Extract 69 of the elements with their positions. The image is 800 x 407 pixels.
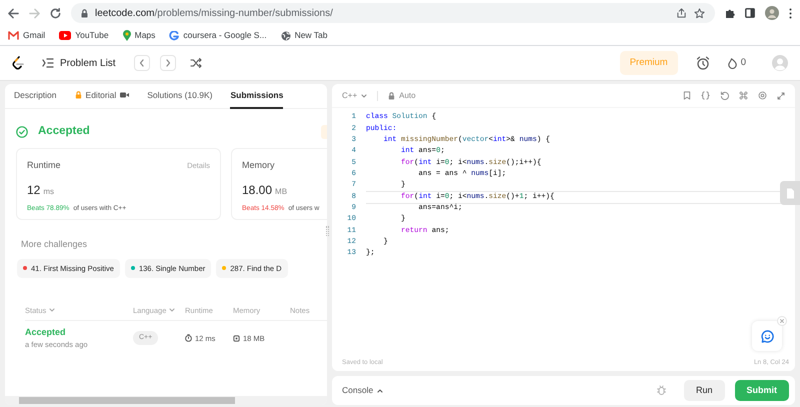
tab[interactable]: Description [14,84,57,108]
tab[interactable]: Editorial [74,84,130,108]
chevron-down-icon [361,94,368,98]
stopwatch-icon [185,334,192,342]
bookmark-link[interactable]: YouTube [59,29,109,42]
expand-icon[interactable] [777,92,785,100]
reset-icon[interactable] [720,91,729,100]
address-bar[interactable]: leetcode.com/problems/missing-number/submissions/ [71,3,715,23]
alarm-clock-icon[interactable] [696,56,710,70]
check-circle-icon [16,126,28,138]
sidebar-icon[interactable] [745,8,755,18]
bookmark-link[interactable]: Maps [122,29,156,42]
streak-counter[interactable]: 0 [728,56,746,70]
google-g-icon [169,30,180,40]
shuffle-icon[interactable] [190,58,202,68]
feedback-chat-button[interactable] [752,321,782,351]
bookmark-link[interactable]: New Tab [280,29,328,42]
run-button[interactable]: Run [684,380,724,402]
puzzle-icon[interactable] [725,8,735,18]
video-camera-icon [120,92,130,98]
smiley-chat-icon [760,330,774,342]
menu-icon[interactable] [789,8,792,18]
chevron-left-icon [138,59,145,67]
close-icon [780,319,784,323]
share-icon[interactable] [676,8,687,18]
avatar-icon[interactable] [765,6,779,20]
braces-icon[interactable] [701,91,710,100]
mail-icon [8,31,19,40]
stat-title: Memory [242,159,275,172]
tab[interactable]: Submissions [230,84,284,108]
chevron-down-icon [169,308,176,312]
lock-icon [388,92,396,100]
stat-unit: ms [43,186,54,198]
back-icon[interactable] [8,8,19,18]
stat-unit: MB [275,186,288,198]
video-play-icon [59,31,72,40]
reload-icon[interactable] [50,8,61,18]
stat-value: 12 [27,182,40,198]
stat-value: 18.00 [242,182,272,198]
chevron-up-icon [377,388,384,392]
bookmark-link[interactable]: coursera - Google S... [169,29,267,42]
next-button[interactable] [160,55,176,71]
tab[interactable]: Solutions (10.9K) [147,84,212,108]
globe-icon [280,30,291,40]
settings-icon[interactable] [758,91,767,100]
list-icon [42,58,54,68]
address-text: leetcode.com/problems/missing-number/submissions/ [95,6,334,20]
document-icon [786,188,794,198]
close-button[interactable] [777,316,787,326]
star-icon[interactable] [694,8,705,18]
logo-icon[interactable] [12,56,24,70]
debug-icon[interactable] [656,385,666,396]
chevron-right-icon [164,59,171,67]
lock-icon [81,8,88,18]
stat-title: Runtime [27,159,61,172]
map-pin-icon [122,30,131,41]
forward-icon[interactable] [29,8,40,18]
bookmark-link[interactable]: Gmail [8,29,46,42]
chevron-down-icon [49,308,56,312]
bookmark-icon[interactable] [683,91,691,100]
memory-chip-icon [233,334,240,342]
lock-icon [74,91,82,99]
command-icon[interactable] [739,91,748,100]
resize-handle[interactable] [326,226,329,236]
section-title: More challenges [21,239,88,249]
problem-list-link[interactable]: Problem List [42,56,116,70]
result-status: Accepted [38,124,90,139]
console-toggle[interactable]: Console [342,384,384,397]
previous-button[interactable] [134,55,150,71]
